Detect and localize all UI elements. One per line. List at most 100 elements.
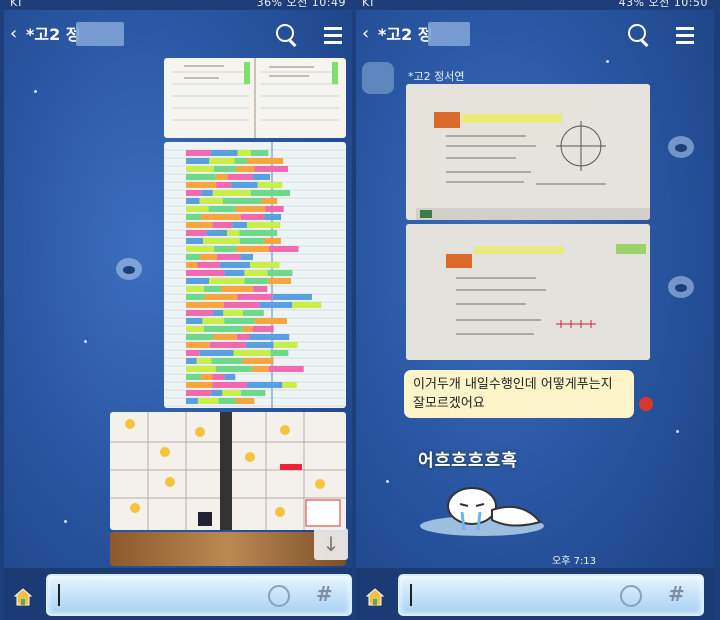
- study-bar: [186, 278, 210, 284]
- study-bar: [186, 358, 197, 364]
- study-bar: [263, 238, 281, 244]
- study-bar: [273, 342, 298, 348]
- study-bar: [186, 206, 209, 212]
- study-bar: [201, 374, 213, 380]
- menu-icon[interactable]: [676, 27, 696, 45]
- study-bar: [270, 350, 289, 356]
- study-bar: [200, 254, 217, 260]
- study-bar: [265, 206, 284, 212]
- share-bubble-icon[interactable]: [116, 258, 142, 280]
- message-time: 오후 7:13: [552, 556, 597, 567]
- blurred-name: [428, 22, 470, 46]
- blurred-name: [76, 22, 124, 46]
- study-bar: [236, 334, 250, 340]
- study-bar: [204, 326, 243, 332]
- study-bar: [267, 270, 293, 276]
- share-bubble-icon[interactable]: [668, 276, 694, 298]
- study-bar: [201, 214, 241, 220]
- study-bar: [186, 334, 214, 340]
- back-icon[interactable]: ‹: [362, 24, 369, 44]
- back-icon[interactable]: ‹: [10, 24, 17, 44]
- scroll-down-button[interactable]: ↓: [314, 528, 348, 560]
- study-bar: [254, 318, 287, 324]
- study-bar: [211, 358, 243, 364]
- study-log-photo[interactable]: [164, 142, 346, 408]
- message-input[interactable]: #: [46, 574, 352, 616]
- study-bar: [186, 310, 213, 316]
- study-bar: [202, 318, 225, 324]
- home-icon[interactable]: [14, 588, 32, 606]
- study-bar: [267, 278, 292, 284]
- study-bar: [204, 294, 238, 300]
- study-bar: [233, 350, 271, 356]
- avatar[interactable]: [362, 62, 394, 94]
- sender-name: *고2 정서연: [408, 70, 465, 83]
- study-bar: [186, 302, 224, 308]
- floor-photo[interactable]: [110, 532, 346, 566]
- study-bar: [236, 246, 269, 252]
- share-bubble-icon[interactable]: [668, 136, 694, 158]
- study-bar: [197, 262, 220, 268]
- study-bar: [186, 366, 216, 372]
- study-bar: [252, 174, 271, 180]
- menu-icon[interactable]: [324, 27, 344, 45]
- study-bar: [186, 374, 202, 380]
- study-bar: [239, 238, 264, 244]
- search-icon[interactable]: [274, 22, 300, 48]
- carrier-label: KT: [10, 0, 24, 9]
- study-bar: [196, 358, 212, 364]
- calendar-photo[interactable]: [110, 412, 346, 530]
- study-bar: [199, 350, 234, 356]
- study-bar: [227, 230, 240, 236]
- study-bar: [186, 382, 213, 388]
- study-bar: [223, 302, 260, 308]
- study-bar: [235, 398, 255, 404]
- study-bar: [223, 310, 244, 316]
- study-bar: [186, 158, 210, 164]
- study-bar: [215, 174, 229, 180]
- study-bar: [261, 198, 278, 204]
- search-icon[interactable]: [626, 22, 652, 48]
- study-bar: [186, 318, 203, 324]
- study-bar: [186, 238, 204, 244]
- study-bar: [222, 390, 241, 396]
- study-bar: [212, 374, 225, 380]
- study-bar: [203, 238, 240, 244]
- study-bar: [239, 230, 278, 236]
- status-info: 43% 오전 10:50: [618, 0, 708, 9]
- study-bar: [234, 158, 247, 164]
- study-bar: [186, 174, 216, 180]
- message-bubble[interactable]: 이거두개 내일수행인데 어떻게푸는지 잘모르겠어요: [404, 370, 634, 418]
- math-problem-photo-1[interactable]: [406, 84, 650, 220]
- emoji-icon[interactable]: [268, 585, 290, 607]
- study-bar: [245, 342, 274, 348]
- study-bar: [219, 262, 251, 268]
- crying-sticker[interactable]: [412, 470, 552, 540]
- sharp-icon[interactable]: #: [316, 582, 333, 606]
- study-bar: [244, 278, 268, 284]
- study-bar: [282, 382, 297, 388]
- study-bar: [214, 246, 237, 252]
- math-problem-photo-2[interactable]: [406, 224, 650, 360]
- study-bar: [186, 214, 202, 220]
- study-bar: [242, 326, 253, 332]
- study-bar: [206, 230, 228, 236]
- study-bar: [224, 270, 245, 276]
- study-bar: [186, 262, 198, 268]
- input-bar: #: [356, 568, 714, 620]
- status-bar: KT 43% 오전 10:50: [356, 0, 714, 10]
- study-bar: [235, 206, 266, 212]
- sharp-icon[interactable]: #: [668, 582, 685, 606]
- planner-photo-1[interactable]: [164, 58, 346, 138]
- home-icon[interactable]: [366, 588, 384, 606]
- study-bar: [212, 382, 248, 388]
- study-bar: [186, 198, 200, 204]
- study-bar: [186, 246, 215, 252]
- message-input[interactable]: #: [398, 574, 704, 616]
- study-bar: [209, 278, 245, 284]
- study-bar: [264, 214, 282, 220]
- carrier-label: KT: [362, 0, 376, 9]
- react-icon[interactable]: [639, 397, 653, 411]
- emoji-icon[interactable]: [620, 585, 642, 607]
- study-bar: [250, 262, 280, 268]
